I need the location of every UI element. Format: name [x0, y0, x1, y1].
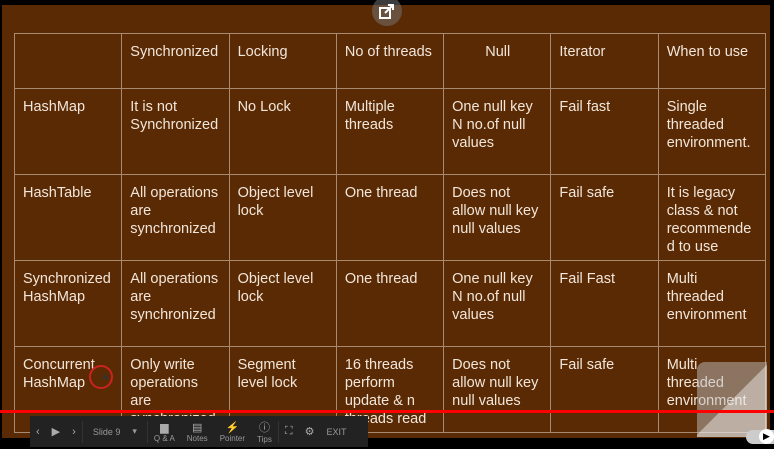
table-cell: Multi threaded environment [657, 260, 767, 347]
table-header-row: Synchronized Locking No of threads Null … [13, 33, 767, 89]
header-cell [13, 33, 123, 89]
tips-button[interactable]: ⓘ Tips [251, 416, 278, 447]
exit-fullscreen-icon: ⛶ [284, 425, 293, 437]
presentation-slide: Synchronized Locking No of threads Null … [2, 5, 770, 438]
slide-selector[interactable]: Slide 9 ▾ [83, 416, 147, 447]
table-cell: One null key N no.of null values [443, 260, 552, 347]
header-cell: Locking [228, 33, 337, 89]
table-cell: Object level lock [228, 174, 337, 261]
table-cell: Fail safe [550, 174, 659, 261]
table-cell: One null key N no.of null values [443, 88, 552, 175]
pointer-button[interactable]: ⚡ Pointer [214, 416, 251, 447]
exit-fullscreen-button[interactable]: ⛶ [279, 416, 299, 447]
table-cell: Synchronized HashMap [13, 260, 123, 347]
gear-icon: ⚙ [304, 426, 315, 438]
notes-button[interactable]: ▤ Notes [181, 416, 214, 447]
table-cell: One thread [335, 260, 445, 347]
table-cell: HashMap [13, 88, 123, 175]
table-row: Synchronized HashMap All operations are … [13, 260, 767, 347]
play-button[interactable]: ▶ [46, 416, 66, 447]
info-icon: ⓘ [258, 422, 270, 434]
header-cell: Iterator [550, 33, 659, 89]
header-cell: Synchronized [121, 33, 230, 89]
previous-button[interactable]: ‹ [30, 416, 46, 447]
slide-label: Slide 9 [92, 426, 121, 437]
table-cell: One thread [335, 174, 445, 261]
chevron-right-icon: › [72, 425, 76, 438]
table-cell: Single threaded environment. [657, 88, 767, 175]
pointer-icon: ⚡ [225, 421, 240, 434]
table-cell: Does not allow null key null values [443, 174, 552, 261]
table-cell: Multiple threads [335, 88, 445, 175]
header-cell: No of threads [335, 33, 445, 89]
notes-icon: ▤ [192, 421, 203, 434]
player-control[interactable]: ▶ [746, 429, 774, 444]
chevron-left-icon: ‹ [36, 425, 40, 438]
table-row: HashMap It is not Synchronized No Lock M… [13, 88, 767, 175]
next-button[interactable]: › [66, 416, 82, 447]
settings-button[interactable]: ⚙ [299, 416, 321, 447]
table-cell: Fail Fast [550, 260, 659, 347]
table-cell: Does not allow null key null values [443, 346, 552, 433]
play-icon: ▶ [759, 429, 774, 444]
page-curl [697, 362, 767, 437]
slideshow-toolbar: ‹ ▶ › Slide 9 ▾ ▆ Q & A ▤ Notes ⚡ Pointer ⓘ T… [30, 416, 368, 447]
exit-button[interactable]: EXIT [320, 416, 352, 447]
qa-label: Q & A [153, 433, 175, 443]
table-row: HashTable All operations are synchronize… [13, 174, 767, 261]
popout-icon [379, 4, 394, 19]
table-cell: Fail fast [550, 88, 659, 175]
play-icon: ▶ [51, 426, 61, 438]
qa-button[interactable]: ▆ Q & A [148, 416, 181, 447]
exit-label: EXIT [326, 426, 347, 437]
pointer-label: Pointer [219, 433, 246, 443]
table-cell: All operations are synchronized [121, 260, 230, 347]
header-cell: When to use [657, 33, 767, 89]
video-progress-bar[interactable] [0, 410, 774, 413]
comparison-table: Synchronized Locking No of threads Null … [13, 33, 767, 433]
table-cell: It is legacy class & not recommende d to… [657, 174, 767, 261]
notes-label: Notes [186, 433, 208, 443]
table-cell: Fail safe [550, 346, 659, 433]
table-cell: It is not Synchronized [121, 88, 230, 175]
header-cell: Null [443, 33, 552, 89]
tips-label: Tips [257, 435, 272, 444]
pointer-highlight: ▲ [89, 365, 113, 389]
table-cell: All operations are synchronized [121, 174, 230, 261]
table-cell: No Lock [228, 88, 337, 175]
table-cell: HashTable [13, 174, 123, 261]
cursor-icon: ▲ [100, 371, 110, 382]
table-cell: Object level lock [228, 260, 337, 347]
dropdown-icon: ▾ [132, 426, 137, 436]
chat-icon: ▆ [160, 421, 169, 434]
